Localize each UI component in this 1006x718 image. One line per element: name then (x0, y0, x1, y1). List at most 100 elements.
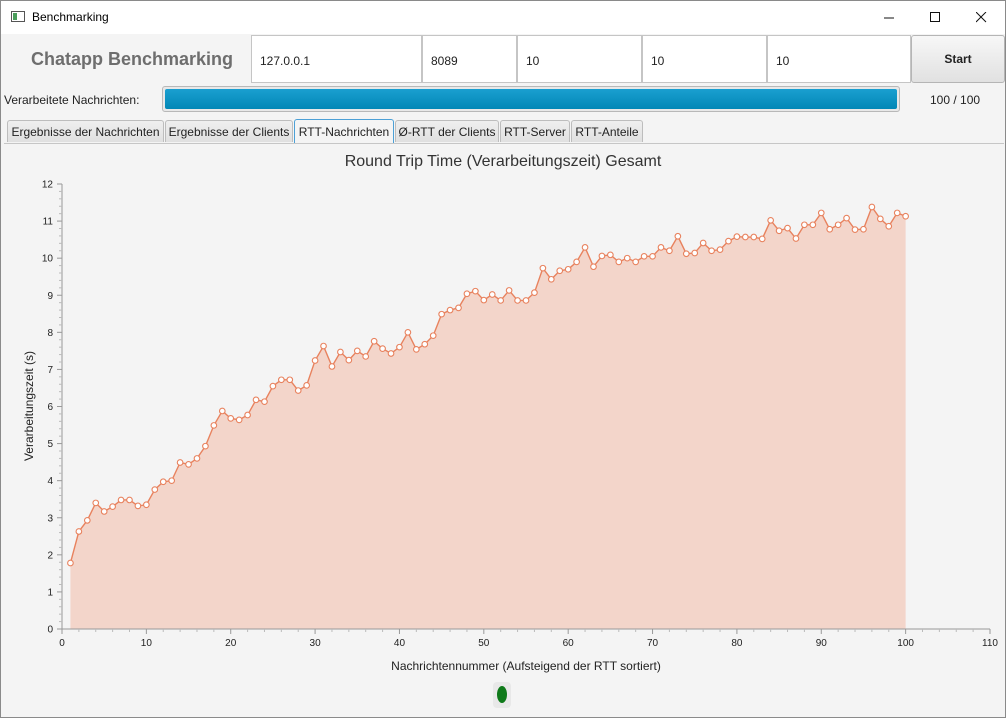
data-point (885, 222, 893, 230)
tab-rtt-messages[interactable]: RTT-Nachrichten (294, 119, 394, 143)
data-point (725, 237, 732, 245)
parameter-field-2[interactable]: 10 (642, 35, 767, 83)
x-tick-label: 20 (225, 638, 237, 649)
data-point (809, 221, 817, 229)
data-point (159, 478, 167, 486)
data-point (320, 342, 327, 350)
x-tick-label: 110 (982, 638, 998, 649)
data-point (632, 258, 640, 266)
x-tick-label: 60 (563, 638, 575, 649)
y-tick-label: 7 (47, 365, 53, 376)
data-point (674, 232, 682, 240)
data-point (269, 382, 277, 390)
y-tick-label: 0 (47, 625, 53, 636)
port-field[interactable]: 8089 (422, 35, 517, 83)
app-heading: Chatapp Benchmarking (31, 49, 234, 69)
data-point (92, 499, 100, 507)
progress-row: Verarbeitete Nachrichten: 100 / 100 (1, 86, 1005, 116)
tab-message-results[interactable]: Ergebnisse der Nachrichten (7, 120, 164, 142)
tab-rtt-server[interactable]: RTT-Server (500, 120, 570, 142)
x-tick-label: 10 (141, 638, 153, 649)
data-point (438, 310, 445, 318)
data-point (261, 398, 268, 406)
minimize-button[interactable] (866, 1, 912, 34)
progress-count: 100 / 100 (930, 93, 981, 107)
data-point (235, 416, 243, 424)
data-point (556, 267, 564, 275)
data-point (826, 225, 834, 233)
area-fill (70, 206, 906, 629)
x-tick-label: 70 (647, 638, 659, 649)
data-point (758, 235, 766, 243)
data-point (708, 247, 715, 255)
data-point (649, 252, 656, 260)
data-point (185, 461, 192, 468)
data-point (640, 252, 648, 260)
data-point (370, 337, 378, 345)
x-tick-label: 40 (394, 638, 406, 649)
data-point (598, 252, 606, 260)
title-bar[interactable]: Benchmarking (1, 1, 1005, 34)
data-point (784, 224, 791, 232)
data-point (590, 263, 597, 271)
data-point (531, 289, 538, 297)
data-point (151, 486, 159, 493)
y-axis-label: Verarbeitungszeit (s) (22, 351, 36, 461)
data-point (455, 304, 462, 312)
result-tabs: Ergebnisse der Nachrichten Ergebnisse de… (1, 116, 1005, 143)
host-field[interactable]: 127.0.0.1 (251, 35, 422, 83)
data-point (514, 297, 521, 304)
y-tick-label: 3 (47, 513, 53, 524)
tab-avg-rtt-clients[interactable]: Ø-RTT der Clients (395, 120, 499, 142)
progress-bar-fill (165, 89, 897, 109)
data-point (168, 477, 176, 485)
data-point (396, 343, 403, 351)
data-point (767, 216, 775, 224)
data-point (379, 345, 386, 352)
data-point (657, 244, 665, 251)
data-point (244, 411, 251, 419)
data-point (446, 306, 454, 314)
x-tick-label: 50 (478, 638, 490, 649)
data-point (252, 396, 260, 404)
tab-content: Round Trip Time (Verarbeitungszeit) Gesa… (4, 143, 1004, 717)
data-point (75, 528, 83, 535)
x-tick-label: 30 (310, 638, 322, 649)
benchmarking-window: Benchmarking Chatapp Benchmarking 127.0.… (0, 0, 1006, 718)
data-point (202, 442, 209, 450)
close-button[interactable] (958, 1, 1004, 34)
y-tick-label: 1 (47, 587, 53, 598)
parameter-field-3[interactable]: 10 (767, 35, 911, 83)
data-point (699, 239, 707, 247)
y-tick-label: 11 (43, 217, 54, 228)
data-point (303, 382, 311, 389)
data-point (564, 265, 572, 273)
data-point (210, 422, 218, 429)
chart-title: Round Trip Time (Verarbeitungszeit) Gesa… (345, 153, 662, 170)
start-button[interactable]: Start (911, 35, 1005, 83)
data-point (860, 225, 867, 233)
data-point (143, 501, 150, 509)
parameter-field-1[interactable]: 10 (517, 35, 642, 83)
data-point (134, 502, 142, 510)
data-point (623, 254, 631, 262)
data-point (539, 264, 547, 272)
data-point (294, 387, 302, 394)
data-point (834, 221, 842, 229)
data-point (893, 209, 901, 217)
maximize-button[interactable] (912, 1, 958, 34)
data-point (691, 249, 699, 257)
data-point (421, 340, 429, 348)
minimize-icon (883, 17, 894, 19)
app-window-icon (11, 11, 25, 22)
tab-rtt-shares[interactable]: RTT-Anteile (571, 120, 643, 142)
status-indicator (493, 682, 511, 708)
data-point (83, 516, 91, 524)
progress-bar (162, 86, 900, 112)
data-point (750, 233, 758, 241)
data-point (581, 244, 589, 251)
tab-client-results[interactable]: Ergebnisse der Clients (165, 120, 293, 142)
maximize-icon (929, 12, 940, 22)
data-point (126, 496, 133, 504)
data-point (902, 212, 909, 220)
